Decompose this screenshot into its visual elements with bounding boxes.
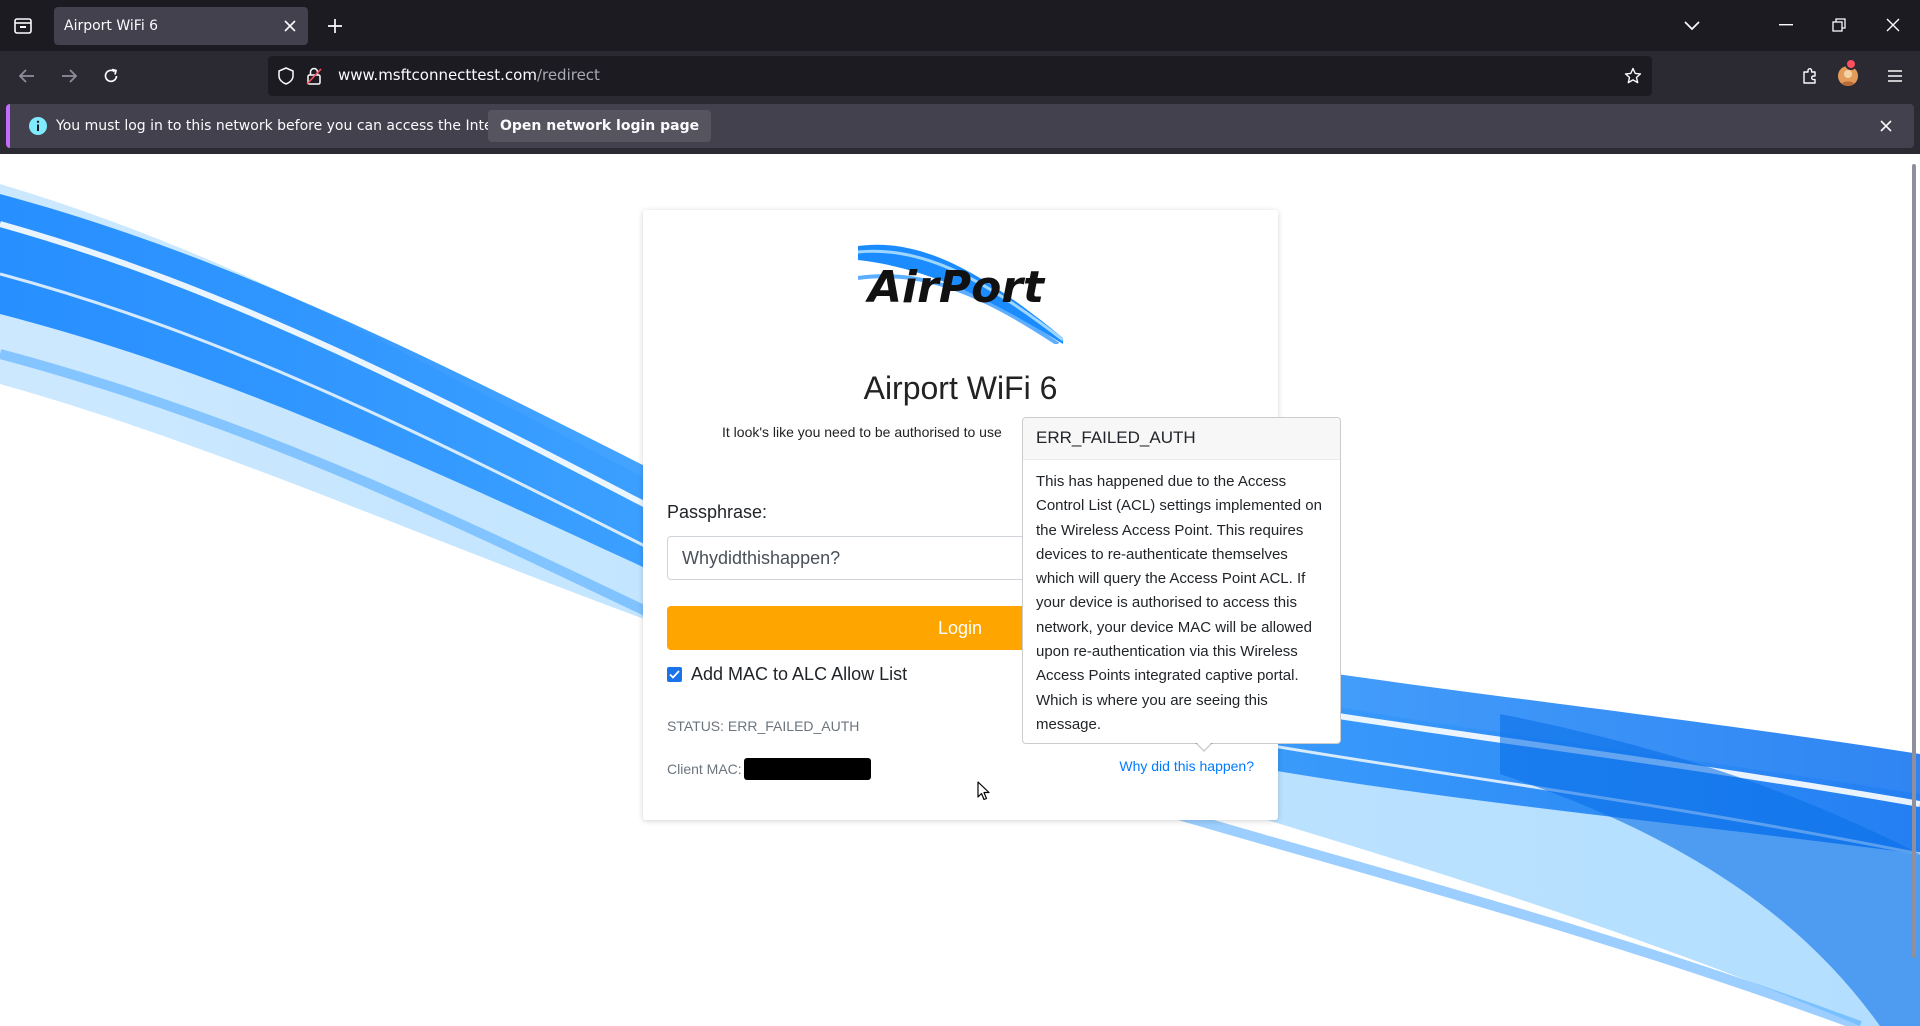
passphrase-label: Passphrase: (667, 502, 768, 522)
tracking-protection-shield-icon[interactable] (276, 66, 296, 86)
info-icon (29, 117, 47, 135)
active-tab[interactable]: Airport WiFi 6 (54, 7, 308, 45)
airport-logo: AirPort (858, 244, 1063, 344)
page-scrollbar[interactable] (1912, 164, 1916, 958)
svg-text:AirPort: AirPort (865, 262, 1046, 313)
url-text[interactable]: www.msftconnecttest.com/redirect (338, 66, 600, 84)
firefox-view-icon[interactable] (10, 13, 36, 39)
open-login-page-button[interactable]: Open network login page (488, 110, 712, 142)
mac-allow-list-checkbox[interactable] (667, 667, 682, 682)
client-mac-row: Client MAC: (667, 758, 871, 780)
notification-close-icon[interactable] (1876, 116, 1896, 136)
url-path: /redirect (536, 66, 600, 84)
extensions-puzzle-icon[interactable] (1795, 62, 1825, 90)
forward-arrow-icon[interactable] (54, 62, 84, 90)
mac-allow-list-row[interactable]: Add MAC to ALC Allow List (667, 664, 907, 685)
navigation-toolbar: www.msftconnecttest.com/redirect (0, 51, 1920, 101)
bookmark-star-icon[interactable] (1622, 65, 1644, 87)
status-text: STATUS: ERR_FAILED_AUTH (667, 718, 860, 734)
account-notification-badge (1845, 58, 1857, 70)
minimize-icon[interactable] (1771, 11, 1801, 39)
list-all-tabs-chevron-icon[interactable] (1679, 13, 1705, 39)
error-popover: ERR_FAILED_AUTH This has happened due to… (1022, 417, 1341, 752)
close-window-icon[interactable] (1878, 11, 1908, 39)
address-bar[interactable]: www.msftconnecttest.com/redirect (268, 56, 1652, 96)
tab-close-icon[interactable] (280, 16, 300, 36)
tab-strip: Airport WiFi 6 (0, 0, 1920, 51)
why-did-this-happen-link[interactable]: Why did this happen? (1119, 758, 1254, 774)
hamburger-menu-icon[interactable] (1880, 62, 1910, 90)
popover-arrow (1195, 742, 1213, 752)
back-arrow-icon[interactable] (12, 62, 42, 90)
page-title: Airport WiFi 6 (863, 370, 1058, 406)
url-host: www.msftconnecttest.com (338, 66, 537, 84)
mouse-cursor-icon (977, 781, 990, 801)
page-viewport: AirPort Airport WiFi 6 It look's like yo… (0, 154, 1920, 1026)
client-mac-redacted (743, 758, 871, 780)
insecure-lock-icon[interactable] (304, 66, 324, 86)
client-mac-label: Client MAC: (667, 761, 742, 777)
reload-icon[interactable] (96, 62, 126, 90)
notification-area: You must log in to this network before y… (0, 101, 1920, 154)
page-subtitle: It look's like you need to be authorised… (722, 424, 1002, 440)
tab-title: Airport WiFi 6 (64, 18, 159, 34)
notification-message: You must log in to this network before y… (56, 118, 526, 134)
restore-icon[interactable] (1824, 11, 1854, 39)
mac-allow-list-label: Add MAC to ALC Allow List (691, 664, 908, 684)
popover-title: ERR_FAILED_AUTH (1023, 418, 1340, 460)
popover-body: This has happened due to the Access Cont… (1036, 473, 1322, 733)
captive-portal-notification: You must log in to this network before y… (6, 104, 1914, 148)
new-tab-plus-icon[interactable] (322, 13, 348, 39)
